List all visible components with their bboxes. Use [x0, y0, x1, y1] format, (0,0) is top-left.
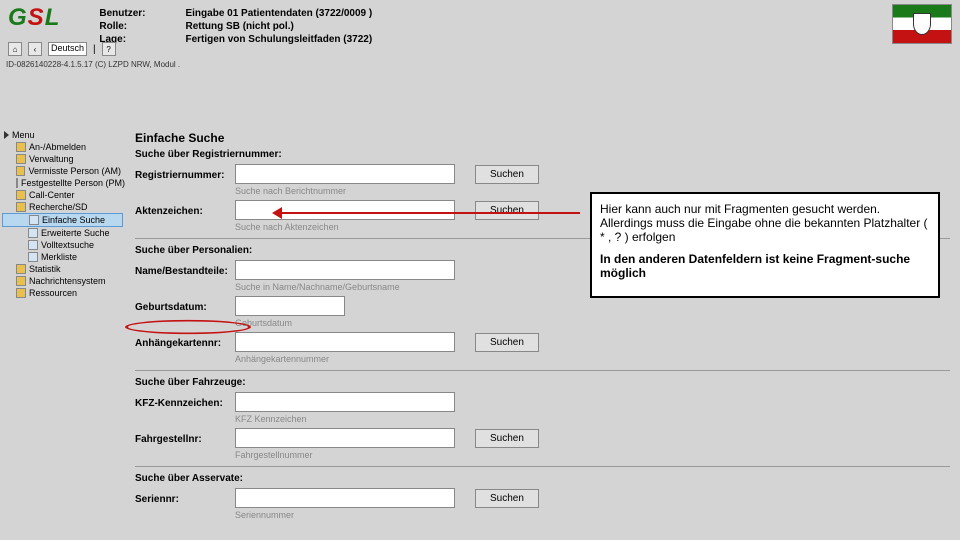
sidebar-item[interactable]: Volltextsuche [2, 239, 123, 251]
sidebar-item-label: An-/Abmelden [29, 142, 86, 152]
input-name[interactable] [235, 260, 455, 280]
value-benutzer: Eingabe 01 Patientendaten (3722/0009 ) [185, 8, 372, 19]
sidebar-item-label: Call-Center [29, 190, 75, 200]
file-icon [28, 228, 38, 238]
suchen-button[interactable]: Suchen [475, 333, 539, 352]
hint-fahrgestell: Fahrgestellnummer [235, 450, 950, 460]
section-fahrzeuge: Suche über Fahrzeuge: [135, 377, 950, 388]
sidebar-item[interactable]: Vermisste Person (AM) [2, 165, 123, 177]
nrw-flag-icon [892, 4, 952, 44]
sidebar-item-label: Merkliste [41, 252, 77, 262]
value-rolle: Rettung SB (nicht pol.) [185, 21, 372, 32]
input-registriernummer[interactable] [235, 164, 455, 184]
folder-icon [16, 202, 26, 212]
sidebar-item[interactable]: Recherche/SD [2, 201, 123, 213]
annotation-arrow [280, 212, 580, 214]
sidebar-item[interactable]: Nachrichtensystem [2, 275, 123, 287]
label-kfz: KFZ-Kennzeichen: [135, 396, 235, 409]
suchen-button[interactable]: Suchen [475, 489, 539, 508]
label-rolle: Rolle: [99, 21, 145, 32]
divider [135, 370, 950, 371]
suchen-button[interactable]: Suchen [475, 429, 539, 448]
input-kfz[interactable] [235, 392, 455, 412]
separator: | [93, 44, 96, 55]
folder-icon [16, 142, 26, 152]
section-asservate: Suche über Asservate: [135, 473, 950, 484]
sidebar-item-label: Festgestellte Person (PM) [21, 178, 125, 188]
callout-text-3: In den anderen Datenfeldern ist keine Fr… [600, 252, 910, 280]
content-area: Einfache Suche Suche über Registriernumm… [125, 127, 960, 528]
suchen-button[interactable]: Suchen [475, 201, 539, 220]
sidebar-item-label: Nachrichtensystem [29, 276, 106, 286]
back-icon[interactable]: ‹ [28, 42, 42, 56]
input-geburtsdatum[interactable] [235, 296, 345, 316]
sidebar-item-label: Recherche/SD [29, 202, 88, 212]
folder-icon [16, 190, 26, 200]
sidebar-item-label: Vermisste Person (AM) [28, 166, 121, 176]
hint-kfz: KFZ Kennzeichen [235, 414, 950, 424]
sidebar: Menu An-/Abmelden Verwaltung Vermisste Per… [0, 127, 125, 528]
file-icon [29, 215, 39, 225]
sidebar-item[interactable]: An-/Abmelden [2, 141, 123, 153]
label-benutzer: Benutzer: [99, 8, 145, 19]
label-fahrgestell: Fahrgestellnr: [135, 432, 235, 445]
app-logo: GSL [8, 4, 59, 32]
folder-icon [16, 166, 25, 176]
label-seriennr: Seriennr: [135, 492, 235, 505]
suchen-button[interactable]: Suchen [475, 165, 539, 184]
value-lage: Fertigen von Schulungsleitfaden (3722) [185, 34, 372, 45]
file-icon [28, 252, 38, 262]
hint-anhaengekarte: Anhängekartennummer [235, 354, 950, 364]
callout-text-2: Allerdings muss die Eingabe ohne die bek… [600, 216, 928, 244]
hint-geburtsdatum: Geburtsdatum [235, 318, 950, 328]
sidebar-item-label: Ressourcen [29, 288, 77, 298]
sidebar-item-label: Verwaltung [29, 154, 74, 164]
section-registriernummer: Suche über Registriernummer: [135, 149, 950, 160]
label-anhaengekarte: Anhängekartennr: [135, 336, 235, 349]
sidebar-item[interactable]: Festgestellte Person (PM) [2, 177, 123, 189]
hint-seriennr: Seriennummer [235, 510, 950, 520]
folder-icon [16, 276, 26, 286]
callout-text-1: Hier kann auch nur mit Fragmenten gesuch… [600, 202, 880, 216]
sidebar-item[interactable]: Erweiterte Suche [2, 227, 123, 239]
sidebar-item[interactable]: Ressourcen [2, 287, 123, 299]
sidebar-item-label: Volltextsuche [41, 240, 94, 250]
file-icon [28, 240, 38, 250]
input-seriennr[interactable] [235, 488, 455, 508]
label-name: Name/Bestandteile: [135, 264, 235, 277]
status-bar: ID-0826140228-4.1.5.17 (C) LZPD NRW, Mod… [0, 58, 186, 71]
sidebar-item[interactable]: Verwaltung [2, 153, 123, 165]
label-registriernummer: Registriernummer: [135, 168, 235, 181]
annotation-callout: Hier kann auch nur mit Fragmenten gesuch… [590, 192, 940, 298]
home-icon[interactable]: ⌂ [8, 42, 22, 56]
header-controls: ⌂ ‹ Deutsch | ? [8, 42, 116, 56]
folder-icon [16, 178, 18, 188]
sidebar-item-label: Erweiterte Suche [41, 228, 110, 238]
help-icon[interactable]: ? [102, 42, 116, 56]
label-geburtsdatum: Geburtsdatum: [135, 300, 235, 313]
folder-icon [16, 264, 26, 274]
arrow-icon [4, 131, 9, 139]
input-anhaengekarte[interactable] [235, 332, 455, 352]
sidebar-item-label: Statistik [29, 264, 61, 274]
sidebar-title[interactable]: Menu [2, 129, 123, 141]
folder-icon [16, 288, 26, 298]
sidebar-item[interactable]: Einfache Suche [2, 213, 123, 227]
input-aktenzeichen[interactable] [235, 200, 455, 220]
header: GSL Benutzer: Rolle: Lage: Eingabe 01 Pa… [0, 0, 960, 49]
sidebar-item-label: Einfache Suche [42, 215, 105, 225]
page-title: Einfache Suche [135, 131, 950, 145]
language-select[interactable]: Deutsch [48, 42, 87, 56]
label-aktenzeichen: Aktenzeichen: [135, 204, 235, 217]
sidebar-item[interactable]: Call-Center [2, 189, 123, 201]
folder-icon [16, 154, 26, 164]
input-fahrgestell[interactable] [235, 428, 455, 448]
sidebar-item[interactable]: Merkliste [2, 251, 123, 263]
divider [135, 466, 950, 467]
sidebar-item[interactable]: Statistik [2, 263, 123, 275]
